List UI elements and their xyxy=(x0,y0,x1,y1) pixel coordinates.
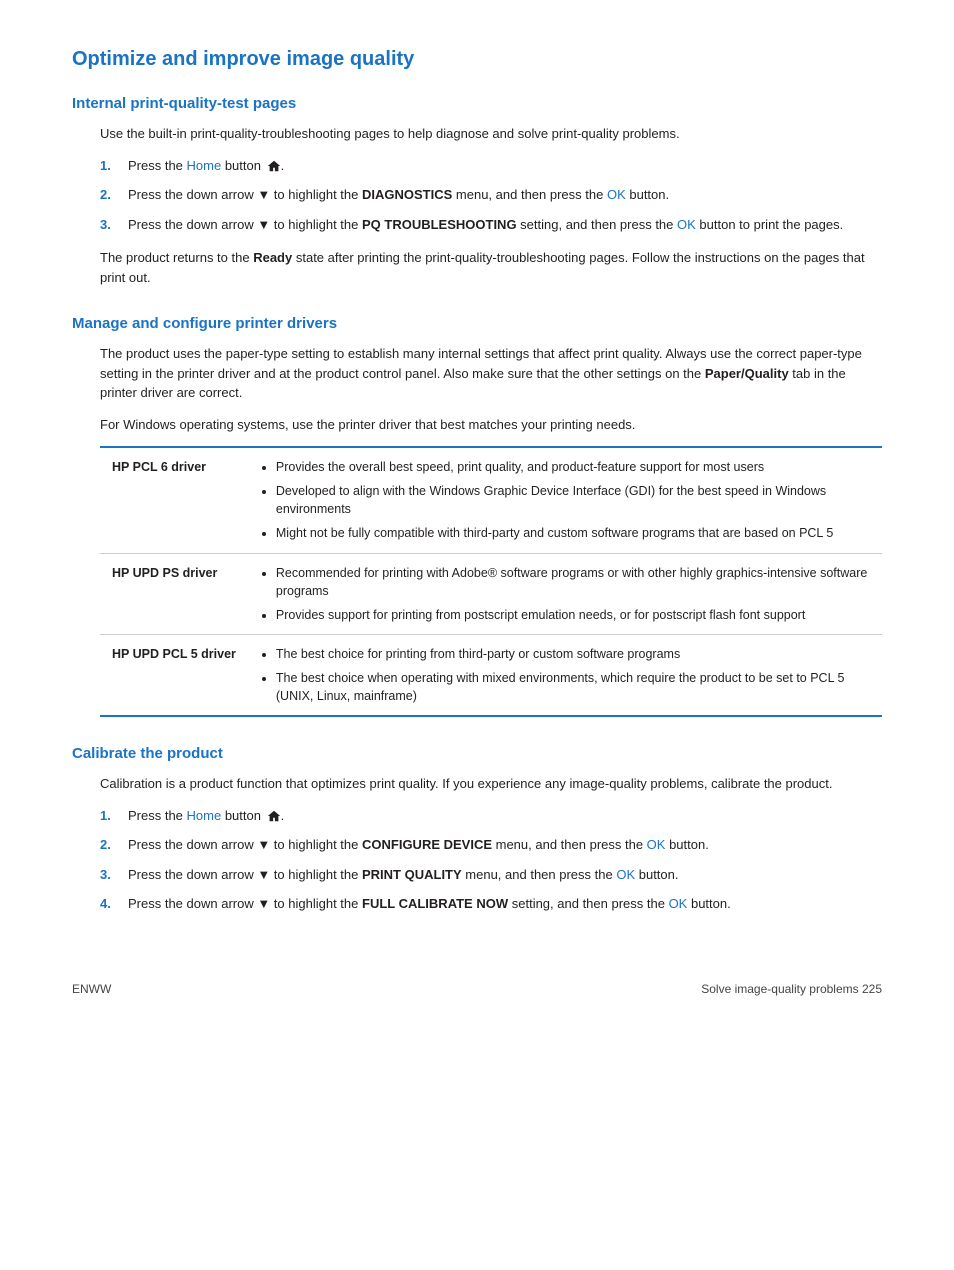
section2-para2: For Windows operating systems, use the p… xyxy=(100,415,882,435)
step-num-2: 2. xyxy=(100,185,128,205)
driver-row-updpcl5: HP UPD PCL 5 driver The best choice for … xyxy=(100,634,882,716)
step3-num-4: 4. xyxy=(100,894,128,914)
step-3-2: 2. Press the down arrow ▼ to highlight t… xyxy=(100,835,882,855)
section1-intro: Use the built-in print-quality-troublesh… xyxy=(100,124,882,144)
footer-right: Solve image-quality problems 225 xyxy=(701,982,882,996)
driver-table: HP PCL 6 driver Provides the overall bes… xyxy=(100,446,882,717)
section3-title: Calibrate the product xyxy=(72,745,882,762)
step-text-1: Press the Home button . xyxy=(128,156,882,176)
step-3-3: 3. Press the down arrow ▼ to highlight t… xyxy=(100,865,882,885)
section1-closing: The product returns to the Ready state a… xyxy=(100,248,882,287)
driver-name-updps: HP UPD PS driver xyxy=(100,553,248,634)
page-footer: ENWW Solve image-quality problems 225 xyxy=(72,974,882,996)
home-link-1: Home xyxy=(187,158,222,173)
step3-num-2: 2. xyxy=(100,835,128,855)
section2-para1: The product uses the paper-type setting … xyxy=(100,344,882,403)
section3-steps: 1. Press the Home button . 2. Press the … xyxy=(100,806,882,914)
step-3-4: 4. Press the down arrow ▼ to highlight t… xyxy=(100,894,882,914)
step-1-3: 3. Press the down arrow ▼ to highlight t… xyxy=(100,215,882,235)
step-1-1: 1. Press the Home button . xyxy=(100,156,882,176)
step3-num-3: 3. xyxy=(100,865,128,885)
step-text-3: Press the down arrow ▼ to highlight the … xyxy=(128,215,882,235)
section1-steps: 1. Press the Home button . 2. Press the … xyxy=(100,156,882,235)
step3-text-1: Press the Home button . xyxy=(128,806,882,826)
step-1-2: 2. Press the down arrow ▼ to highlight t… xyxy=(100,185,882,205)
list-item: Recommended for printing with Adobe® sof… xyxy=(276,564,870,600)
step-3-1: 1. Press the Home button . xyxy=(100,806,882,826)
step-num-1: 1. xyxy=(100,156,128,176)
home-link-3: Home xyxy=(187,808,222,823)
driver-row-updps: HP UPD PS driver Recommended for printin… xyxy=(100,553,882,634)
step3-num-1: 1. xyxy=(100,806,128,826)
driver-row-pcl6: HP PCL 6 driver Provides the overall bes… xyxy=(100,447,882,553)
section1-title: Internal print-quality-test pages xyxy=(72,95,882,112)
step3-text-4: Press the down arrow ▼ to highlight the … xyxy=(128,894,882,914)
section-manage-configure: Manage and configure printer drivers The… xyxy=(72,315,882,717)
list-item: Developed to align with the Windows Grap… xyxy=(276,482,870,518)
step3-text-3: Press the down arrow ▼ to highlight the … xyxy=(128,865,882,885)
list-item: Provides the overall best speed, print q… xyxy=(276,458,870,476)
footer-left: ENWW xyxy=(72,982,111,996)
home-icon-1 xyxy=(267,159,281,173)
list-item: Provides support for printing from posts… xyxy=(276,606,870,624)
list-item: The best choice for printing from third-… xyxy=(276,645,870,663)
driver-name-pcl6: HP PCL 6 driver xyxy=(100,447,248,553)
section-internal-print-quality: Internal print-quality-test pages Use th… xyxy=(72,95,882,287)
step-num-3: 3. xyxy=(100,215,128,235)
driver-bullets-updpcl5: The best choice for printing from third-… xyxy=(248,634,882,716)
driver-bullets-updps: Recommended for printing with Adobe® sof… xyxy=(248,553,882,634)
section-calibrate: Calibrate the product Calibration is a p… xyxy=(72,745,882,914)
driver-bullets-pcl6: Provides the overall best speed, print q… xyxy=(248,447,882,553)
page-title: Optimize and improve image quality xyxy=(72,48,882,71)
step-text-2: Press the down arrow ▼ to highlight the … xyxy=(128,185,882,205)
step3-text-2: Press the down arrow ▼ to highlight the … xyxy=(128,835,882,855)
section2-title: Manage and configure printer drivers xyxy=(72,315,882,332)
list-item: The best choice when operating with mixe… xyxy=(276,669,870,705)
list-item: Might not be fully compatible with third… xyxy=(276,524,870,542)
section3-intro: Calibration is a product function that o… xyxy=(100,774,882,794)
driver-name-updpcl5: HP UPD PCL 5 driver xyxy=(100,634,248,716)
home-icon-3 xyxy=(267,809,281,823)
